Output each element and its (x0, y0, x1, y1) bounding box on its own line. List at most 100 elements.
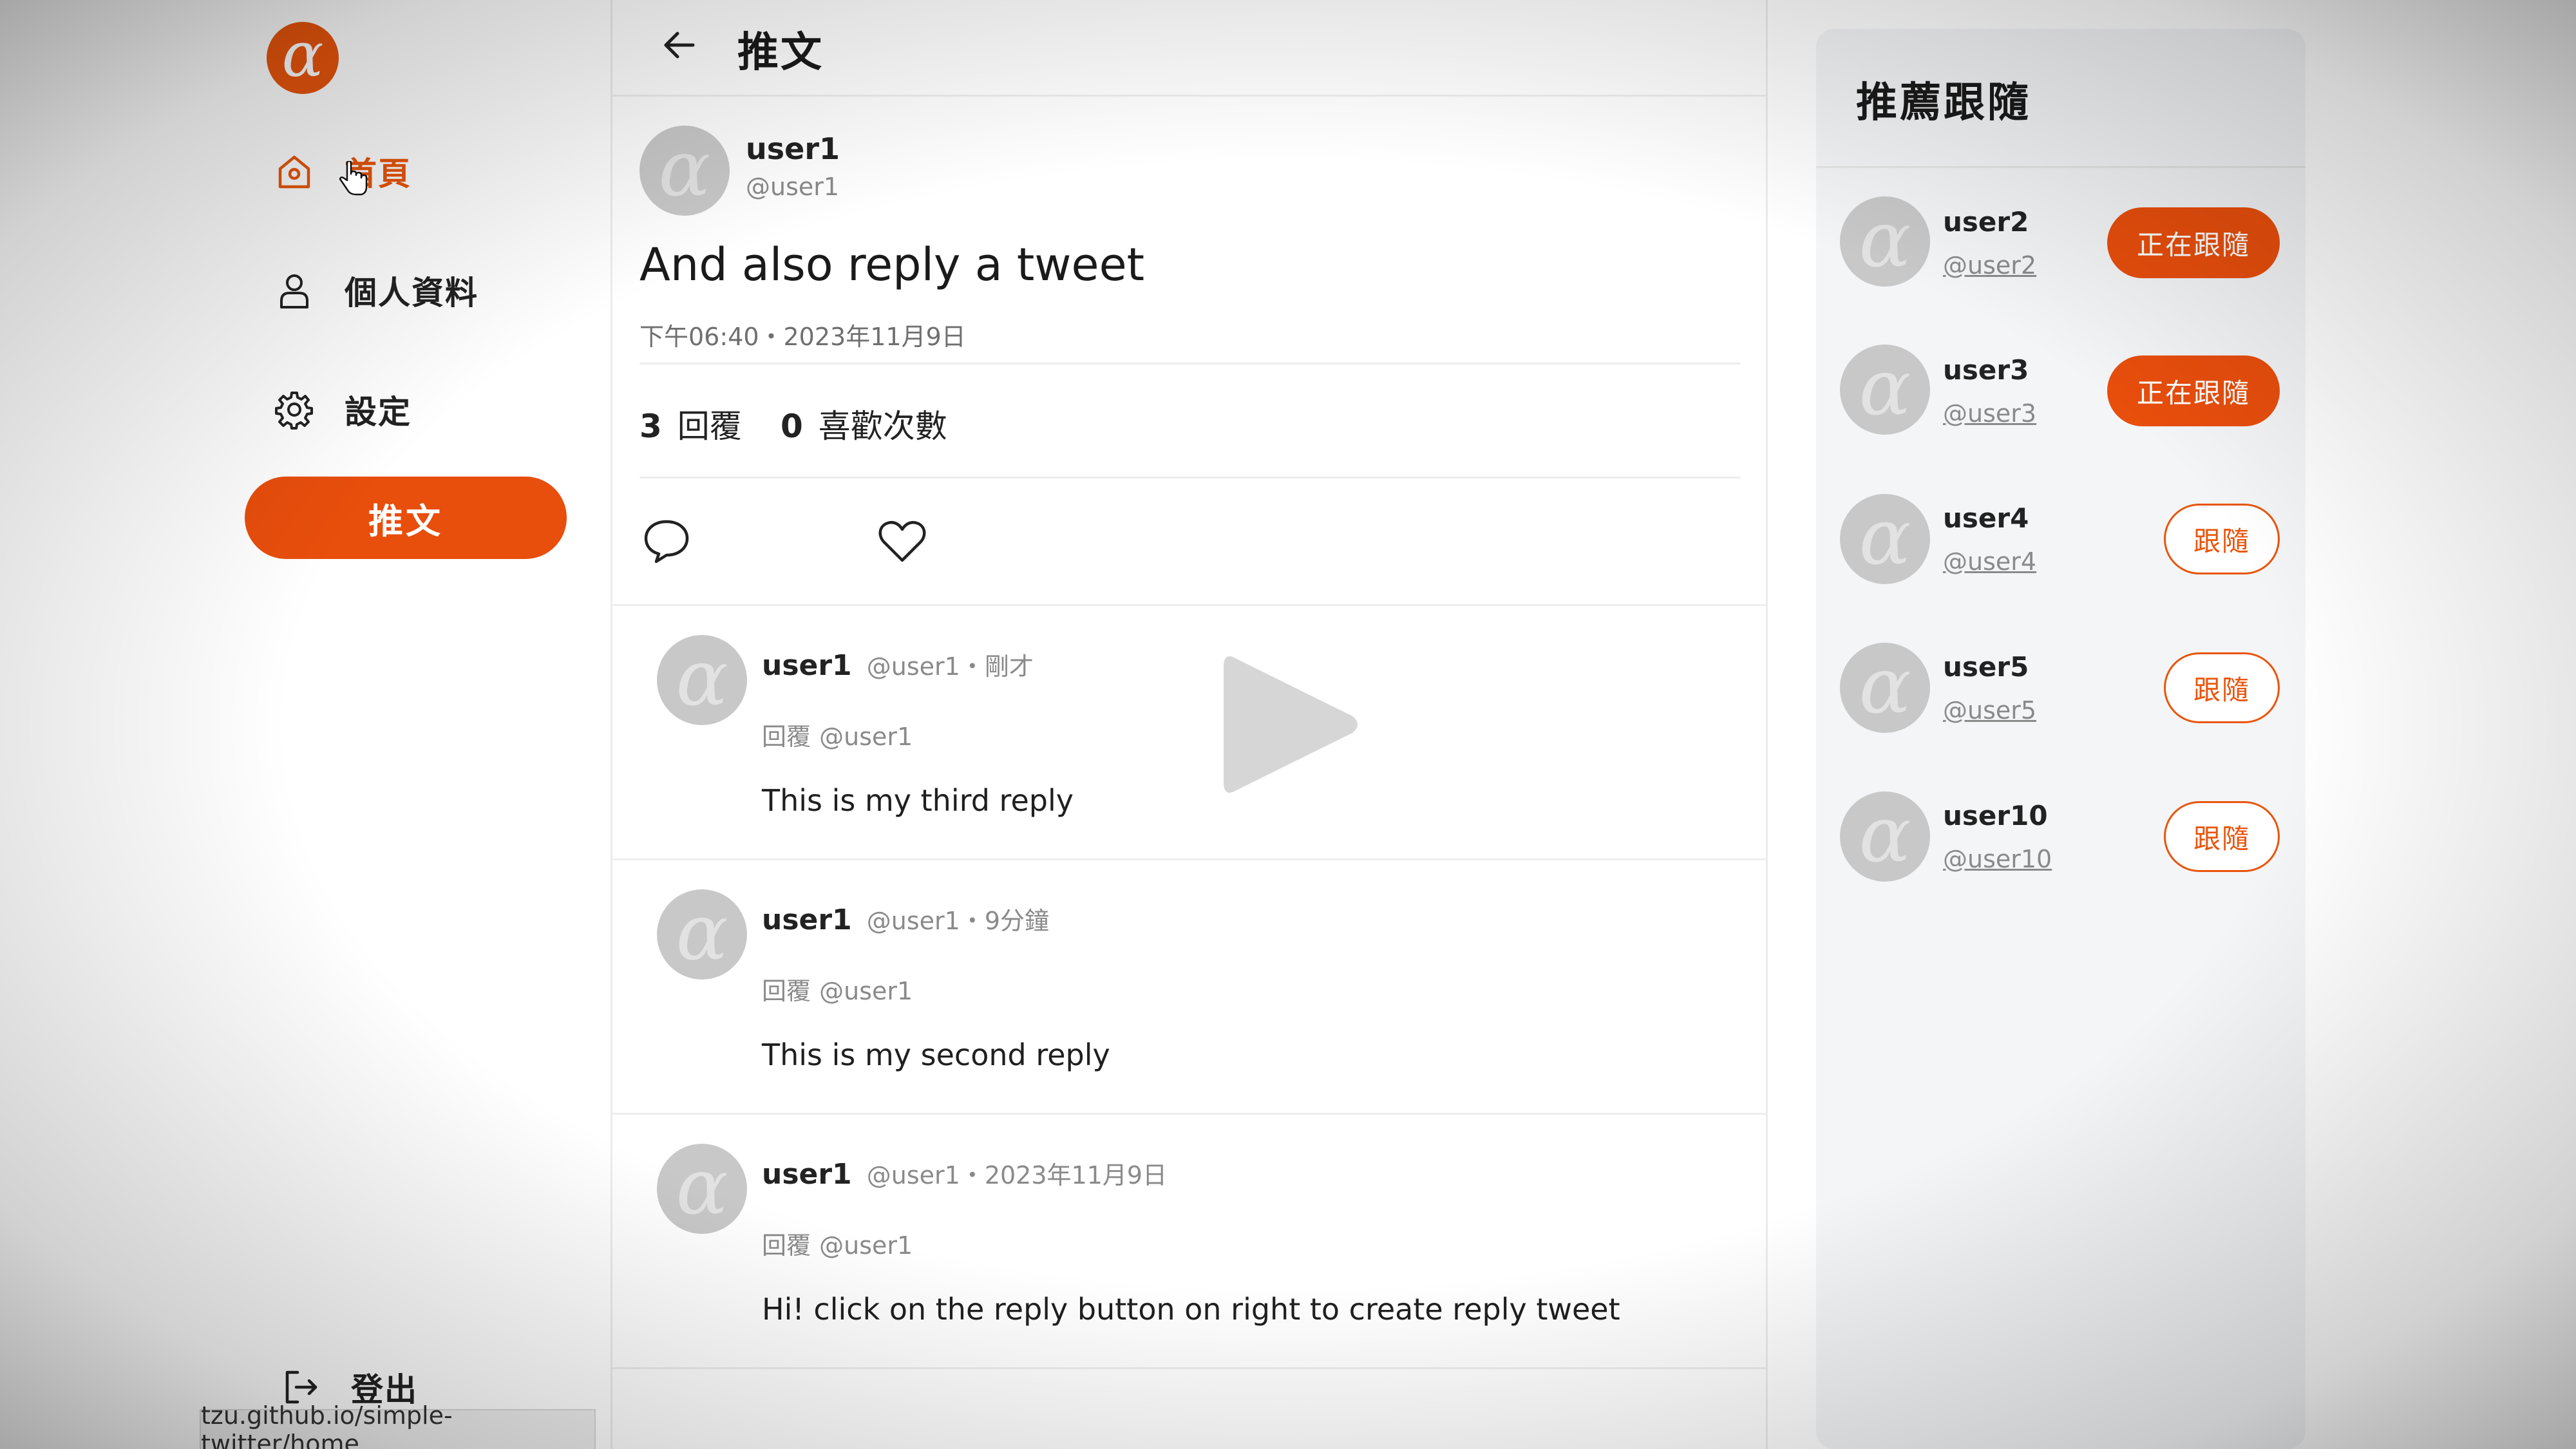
header-divider (612, 95, 1766, 97)
reply-text: Hi! click on the reply button on right t… (762, 1292, 1620, 1327)
svg-text:α: α (658, 126, 710, 214)
reply-prefix: 回覆 (762, 1231, 811, 1260)
avatar[interactable]: α (1840, 494, 1930, 584)
svg-text:α: α (1859, 196, 1911, 285)
following-button[interactable]: 正在跟隨 (2107, 355, 2280, 426)
reply-text: This is my second reply (762, 1037, 1110, 1072)
recommend-handle[interactable]: @user2 (1943, 251, 2036, 279)
recommend-item[interactable]: α user2 @user2 正在跟隨 (1816, 193, 2306, 290)
avatar[interactable]: α (1840, 345, 1930, 435)
reply-button[interactable] (641, 515, 692, 567)
gear-icon (274, 389, 315, 430)
heart-icon (876, 521, 928, 569)
recommend-name[interactable]: user2 (1943, 206, 2029, 238)
sidebar-item-label: 個人資料 (345, 274, 478, 312)
main-divider (1766, 0, 1768, 1449)
reply-prefix: 回覆 (762, 723, 811, 751)
svg-text:α: α (1859, 345, 1911, 433)
tweet-datetime: 下午06:40・2023年11月9日 (639, 323, 966, 351)
svg-text:α: α (1859, 494, 1911, 582)
recommend-divider (1816, 166, 2306, 168)
reply-divider (612, 1367, 1766, 1369)
recommend-handle[interactable]: @user5 (1943, 696, 2036, 724)
user-icon (274, 270, 315, 311)
svg-text:α: α (676, 889, 728, 978)
tweet-text: And also reply a tweet (639, 238, 1145, 291)
recommend-name[interactable]: user3 (1943, 354, 2029, 386)
reply-to-link[interactable]: @user1 (819, 1231, 913, 1260)
recommend-item[interactable]: α user5 @user5 跟隨 (1816, 639, 2306, 736)
video-play-button[interactable] (1217, 644, 1365, 805)
reply-to-link[interactable]: @user1 (819, 977, 913, 1005)
following-button[interactable]: 正在跟隨 (2107, 207, 2280, 278)
tweet-author-handle: @user1 (746, 173, 840, 201)
comment-icon (641, 520, 692, 569)
alpha-logo-icon[interactable]: α (264, 19, 341, 97)
avatar[interactable]: α (639, 126, 730, 216)
follow-button[interactable]: 跟隨 (2164, 801, 2280, 872)
reply-count-stat: 3 回覆 (639, 401, 742, 447)
recommend-handle[interactable]: @user4 (1943, 547, 2036, 576)
like-button[interactable] (876, 515, 928, 567)
reply-header: user1 @user1・剛才 (762, 647, 1034, 682)
reply-author-name[interactable]: user1 (762, 1158, 852, 1191)
stats-divider (639, 477, 1741, 478)
play-icon (1217, 656, 1365, 808)
recommend-name[interactable]: user10 (1943, 800, 2048, 831)
reply-author-name[interactable]: user1 (762, 904, 852, 936)
avatar[interactable]: α (1840, 196, 1930, 287)
like-count-label: 喜歡次數 (818, 408, 947, 445)
back-button[interactable] (657, 23, 702, 68)
svg-text:α: α (676, 635, 728, 723)
svg-text:α: α (676, 1144, 728, 1232)
arrow-left-icon (657, 32, 702, 70)
recommend-item[interactable]: α user3 @user3 正在跟隨 (1816, 341, 2306, 438)
recommend-handle[interactable]: @user3 (1943, 399, 2036, 428)
svg-text:α: α (1859, 643, 1911, 731)
reply-item[interactable]: α user1 @user1・9分鐘 回覆 @user1 This is my … (612, 860, 1766, 1114)
reply-count: 3 (639, 408, 662, 445)
avatar[interactable]: α (1840, 791, 1930, 882)
reply-header: user1 @user1・9分鐘 (762, 901, 1049, 936)
reply-count-label: 回覆 (677, 408, 742, 445)
reply-item[interactable]: α user1 @user1・剛才 回覆 @user1 This is my t… (612, 606, 1766, 860)
reply-prefix: 回覆 (762, 977, 811, 1005)
tweet-button[interactable]: 推文 (245, 477, 567, 559)
like-count: 0 (781, 408, 803, 445)
reply-author-name[interactable]: user1 (762, 649, 852, 682)
tweet-divider (639, 363, 1741, 365)
sidebar-item-settings[interactable]: 設定 (274, 386, 412, 433)
page-title: 推文 (737, 29, 824, 77)
recommend-item[interactable]: α user10 @user10 跟隨 (1816, 788, 2306, 885)
svg-text:α: α (282, 19, 324, 91)
sidebar-item-profile[interactable]: 個人資料 (274, 267, 478, 314)
recommend-title: 推薦跟隨 (1856, 79, 2031, 127)
reply-to-link[interactable]: @user1 (819, 723, 913, 751)
reply-item[interactable]: α user1 @user1・2023年11月9日 回覆 @user1 Hi! … (612, 1115, 1766, 1368)
tweet-author-name[interactable]: user1 (746, 131, 840, 166)
recommend-name[interactable]: user4 (1943, 502, 2029, 534)
cursor-icon (338, 160, 370, 200)
follow-button[interactable]: 跟隨 (2164, 652, 2280, 723)
recommend-item[interactable]: α user4 @user4 跟隨 (1816, 491, 2306, 587)
app-root: α 首頁 個人資料 設定 推文 登出 推文 α user1 @user1 And… (0, 0, 2576, 1449)
svg-text:α: α (1859, 791, 1911, 880)
reply-meta: @user1・2023年11月9日 (866, 1161, 1168, 1189)
recommend-handle[interactable]: @user10 (1943, 845, 2052, 873)
reply-to-line: 回覆 @user1 (762, 1226, 913, 1261)
avatar[interactable]: α (657, 635, 747, 725)
avatar[interactable]: α (1840, 643, 1930, 733)
reply-meta: @user1・剛才 (866, 652, 1034, 681)
like-count-stat: 0 喜歡次數 (781, 401, 947, 447)
avatar[interactable]: α (657, 889, 747, 980)
sidebar-item-label: 設定 (345, 393, 412, 431)
reply-header: user1 @user1・2023年11月9日 (762, 1155, 1167, 1191)
reply-to-line: 回覆 @user1 (762, 717, 913, 752)
status-url: tzu.github.io/simple-twitter/home (200, 1401, 596, 1449)
recommend-name[interactable]: user5 (1943, 651, 2029, 683)
reply-meta: @user1・9分鐘 (866, 907, 1050, 935)
home-icon (274, 151, 315, 192)
avatar[interactable]: α (657, 1144, 747, 1234)
reply-text: This is my third reply (762, 783, 1074, 818)
follow-button[interactable]: 跟隨 (2164, 504, 2280, 574)
